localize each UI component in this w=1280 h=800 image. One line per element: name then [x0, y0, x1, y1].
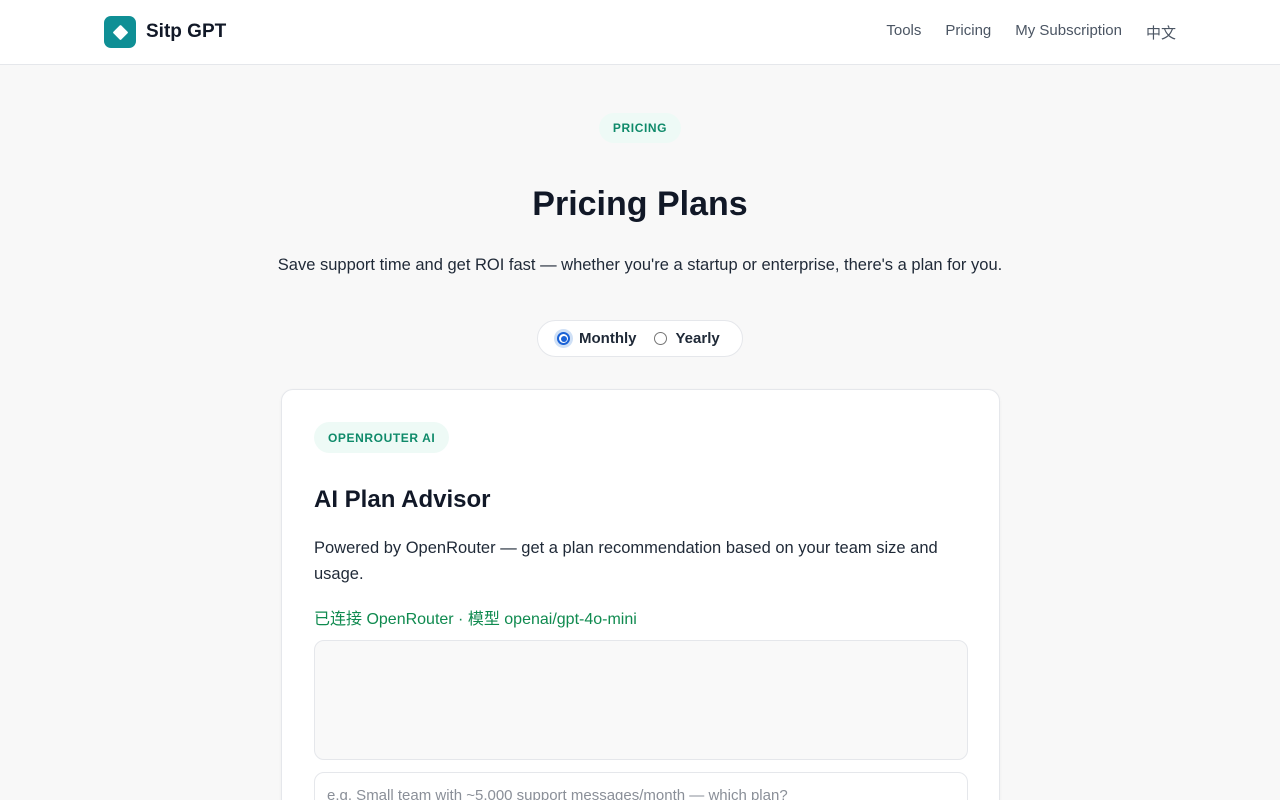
page-subtitle: Save support time and get ROI fast — whe… — [277, 256, 1003, 274]
advisor-description: Powered by OpenRouter — get a plan recom… — [314, 539, 938, 583]
billing-period-toggle: Monthly Yearly — [537, 320, 743, 357]
language-switch-link[interactable]: 中文 — [1146, 22, 1176, 43]
billing-option-monthly[interactable]: Monthly — [557, 330, 637, 347]
advisor-title: AI Plan Advisor — [314, 486, 491, 513]
nav-link-my-subscription[interactable]: My Subscription — [1015, 22, 1122, 43]
advisor-response-area — [314, 640, 968, 760]
billing-option-yearly[interactable]: Yearly — [653, 330, 720, 347]
monthly-radio[interactable] — [557, 332, 570, 345]
top-navigation-bar: Sitp GPT Tools Pricing My Subscription 中… — [0, 0, 1280, 65]
pricing-eyebrow-badge: PRICING — [599, 113, 681, 143]
yearly-label: Yearly — [675, 330, 720, 347]
brand-name: Sitp GPT — [146, 21, 227, 42]
main-nav: Tools Pricing My Subscription 中文 — [886, 22, 1176, 43]
logo-icon — [104, 16, 136, 48]
openrouter-badge: OPENROUTER AI — [314, 422, 450, 453]
nav-link-pricing[interactable]: Pricing — [945, 22, 991, 43]
advisor-prompt-input[interactable] — [314, 772, 968, 800]
page-title: Pricing Plans — [532, 185, 748, 223]
ai-plan-advisor-card: OPENROUTER AI AI Plan Advisor Powered by… — [281, 389, 1000, 800]
yearly-radio[interactable] — [653, 332, 667, 345]
monthly-label: Monthly — [579, 330, 637, 347]
connection-status: 已连接 OpenRouter · 模型 openai/gpt-4o-mini — [314, 611, 637, 628]
nav-link-tools[interactable]: Tools — [886, 22, 921, 43]
brand[interactable]: Sitp GPT — [104, 16, 226, 48]
